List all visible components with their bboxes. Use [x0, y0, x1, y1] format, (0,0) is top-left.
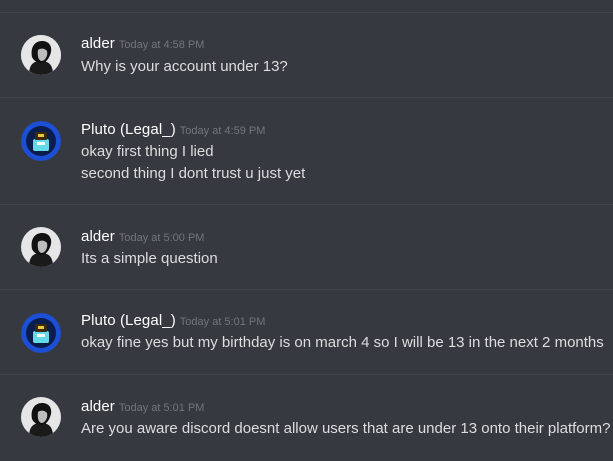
username[interactable]: alder [81, 35, 115, 52]
message-group: Pluto (Legal_) Today at 5:01 PM okay fine… [0, 289, 613, 374]
avatar-badge-icon [21, 121, 61, 161]
message-group: Pluto (Legal_) Today at 4:59 PM okay firs… [0, 97, 613, 203]
message-group: alder Today at 5:01 PM Are you aware disc… [0, 374, 613, 461]
dark-portrait-avatar[interactable] [21, 397, 61, 437]
username[interactable]: alder [81, 398, 115, 415]
message-text: okay fine yes but my birthday is on marc… [81, 334, 604, 351]
timestamp[interactable]: Today at 4:58 PM [119, 39, 205, 51]
message-text: second thing I dont trust u just yet [81, 165, 306, 182]
timestamp[interactable]: Today at 5:01 PM [180, 316, 266, 328]
message-group: alder Today at 5:00 PM Its a simple quest… [0, 204, 613, 289]
timestamp[interactable]: Today at 5:00 PM [119, 232, 205, 244]
chat-message-list: alder Today at 4:58 PM Why is your accoun… [0, 0, 613, 461]
message-header: alder Today at 4:58 PM [81, 35, 204, 53]
message-header: Pluto (Legal_) Today at 4:59 PM [81, 121, 265, 139]
dark-portrait-avatar[interactable] [21, 227, 61, 267]
avatar-portrait-icon [21, 227, 61, 267]
username[interactable]: Pluto (Legal_) [81, 312, 176, 329]
timestamp[interactable]: Today at 5:01 PM [119, 402, 205, 414]
message-text: Its a simple question [81, 250, 218, 267]
message-header: alder Today at 5:01 PM [81, 398, 204, 416]
message-header: Pluto (Legal_) Today at 5:01 PM [81, 312, 265, 330]
blue-badge-avatar[interactable] [21, 121, 61, 161]
message-header: alder Today at 5:00 PM [81, 228, 204, 246]
dark-portrait-avatar[interactable] [21, 35, 61, 75]
timestamp[interactable]: Today at 4:59 PM [180, 125, 266, 137]
avatar-badge-icon [21, 313, 61, 353]
avatar-portrait-icon [21, 397, 61, 437]
message-group: alder Today at 4:58 PM Why is your accoun… [0, 12, 613, 97]
message-text: okay first thing I lied [81, 143, 214, 160]
username[interactable]: alder [81, 228, 115, 245]
avatar-portrait-icon [21, 35, 61, 75]
message-text: Why is your account under 13? [81, 58, 288, 75]
username[interactable]: Pluto (Legal_) [81, 121, 176, 138]
message-text: Are you aware discord doesnt allow users… [81, 420, 611, 437]
blue-badge-avatar[interactable] [21, 313, 61, 353]
